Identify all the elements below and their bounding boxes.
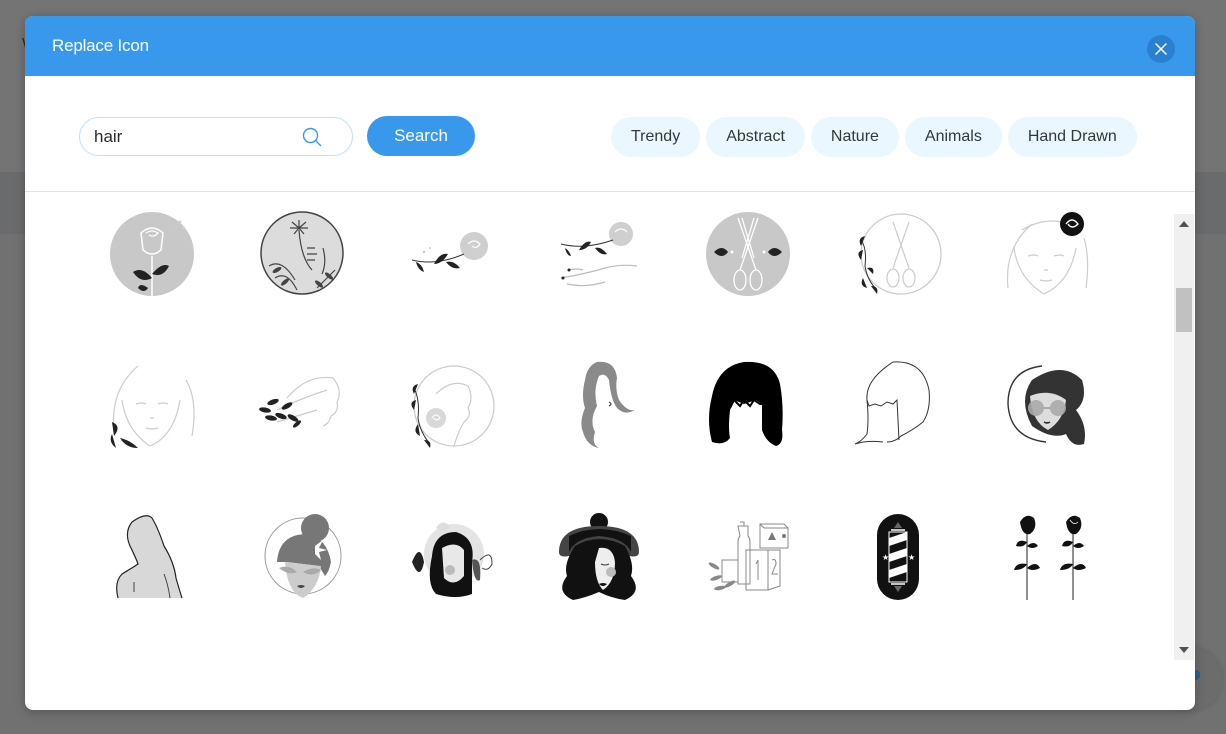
icon-grid: ★ ★	[78, 208, 1168, 664]
icon-result-item[interactable]	[227, 360, 376, 512]
floral-wreath-circle-icon	[259, 211, 344, 295]
icon-result-item[interactable]	[227, 208, 376, 360]
icon-result-item[interactable]	[674, 360, 823, 512]
icon-result-item[interactable]	[972, 208, 1121, 360]
icon-result-item[interactable]	[525, 512, 674, 664]
black-bob-hair-icon	[708, 361, 783, 446]
scroll-down-button[interactable]	[1174, 640, 1194, 660]
woman-profile-rose-circle-icon	[410, 365, 495, 448]
icon-result-item[interactable]	[376, 208, 525, 360]
icon-result-item[interactable]	[823, 360, 972, 512]
woman-profile-leaf-hair-icon	[258, 376, 340, 428]
woman-tropical-leaves-icon	[411, 522, 493, 597]
search-button[interactable]: Search	[367, 116, 475, 156]
icon-result-item[interactable]	[227, 512, 376, 664]
replace-icon-dialog: Replace Icon Search Trendy Abstract Natu…	[25, 16, 1195, 710]
icon-result-item[interactable]	[78, 512, 227, 664]
svg-text:★: ★	[882, 553, 889, 562]
icon-result-item[interactable]	[674, 208, 823, 360]
long-wavy-hair-icon	[580, 361, 635, 448]
search-field[interactable]	[79, 117, 353, 156]
dialog-header: Replace Icon	[25, 16, 1195, 76]
icon-result-item[interactable]	[78, 208, 227, 360]
icon-result-item[interactable]	[525, 208, 674, 360]
woman-hat-icon	[558, 513, 639, 600]
scrollbar-thumb[interactable]	[1176, 288, 1192, 333]
woman-bun-sunglasses-icon	[264, 514, 341, 598]
category-nature[interactable]: Nature	[810, 117, 899, 157]
rose-branch-icon	[411, 232, 488, 272]
rose-in-grey-circle-icon	[109, 212, 194, 296]
search-icon[interactable]	[302, 127, 322, 147]
outline-bob-hair-icon	[854, 361, 930, 445]
close-button[interactable]	[1147, 35, 1175, 63]
scissors-leaf-circle-icon	[857, 213, 942, 295]
close-icon	[1155, 43, 1167, 55]
icon-result-item[interactable]	[376, 512, 525, 664]
icon-result-item[interactable]	[525, 360, 674, 512]
icon-result-item[interactable]	[972, 512, 1121, 664]
woman-face-leaves-icon	[110, 365, 195, 448]
svg-text:★: ★	[908, 553, 915, 562]
category-abstract[interactable]: Abstract	[706, 117, 805, 157]
arrow-down-icon	[1179, 647, 1189, 653]
icon-result-item[interactable]	[972, 360, 1121, 512]
icon-result-item[interactable]	[823, 208, 972, 360]
icon-result-item[interactable]	[376, 360, 525, 512]
woman-back-long-hair-icon	[115, 515, 183, 599]
icon-result-item[interactable]	[78, 360, 227, 512]
icon-results: ★ ★	[25, 192, 1195, 710]
category-animals[interactable]: Animals	[904, 117, 1002, 157]
search-input[interactable]	[94, 118, 294, 155]
woman-sunglasses-circle-icon	[1006, 365, 1085, 445]
arrow-up-icon	[1179, 221, 1189, 227]
icon-result-item[interactable]: ★ ★	[823, 512, 972, 664]
category-hand-drawn[interactable]: Hand Drawn	[1007, 117, 1137, 157]
hand-holding-rose-icon	[560, 222, 637, 287]
results-scrollbar[interactable]	[1174, 214, 1194, 660]
cosmetics-boxes-icon	[708, 521, 788, 591]
barber-pole-icon: ★ ★	[876, 514, 919, 600]
search-toolbar: Search Trendy Abstract Nature Animals Ha…	[25, 76, 1195, 192]
category-filters: Trendy Abstract Nature Animals Hand Draw…	[611, 117, 1137, 157]
woman-face-rose-icon	[1006, 212, 1088, 295]
two-roses-icon	[1013, 515, 1086, 600]
category-trendy[interactable]: Trendy	[611, 117, 701, 157]
icon-result-item[interactable]	[674, 512, 823, 664]
scissors-grey-circle-icon	[705, 212, 790, 296]
scroll-up-button[interactable]	[1174, 214, 1194, 234]
dialog-title: Replace Icon	[52, 36, 149, 55]
